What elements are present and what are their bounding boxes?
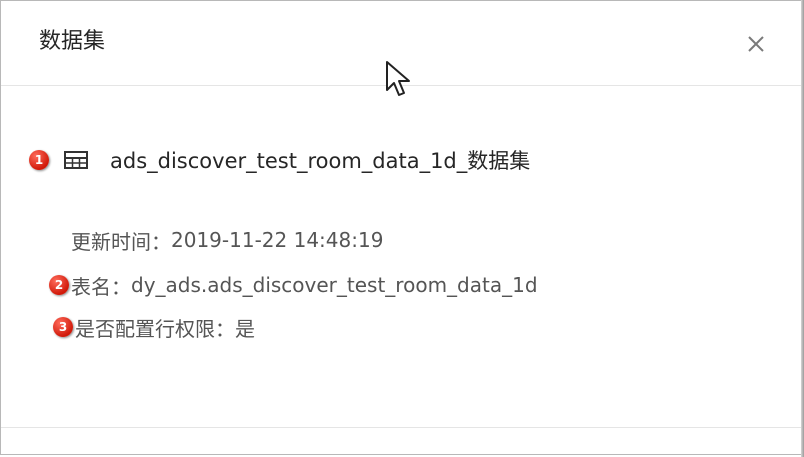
dataset-name: ads_discover_test_room_data_1d_数据集 xyxy=(110,149,531,173)
annotation-badge-1: 1 xyxy=(29,150,49,170)
annotation-badge-3: 3 xyxy=(53,317,73,337)
table-icon xyxy=(64,151,88,169)
close-icon xyxy=(748,36,764,52)
table-name-line: 2 表名： dy_ads.ads_discover_test_room_data… xyxy=(49,269,538,301)
row-permission-label: 是否配置行权限： xyxy=(75,316,235,341)
mouse-cursor-icon xyxy=(386,61,410,96)
row-permission-value: 是 xyxy=(235,316,255,341)
close-button[interactable] xyxy=(743,31,769,57)
table-name-value: dy_ads.ads_discover_test_room_data_1d xyxy=(131,273,538,297)
update-time-value: 2019-11-22 14:48:19 xyxy=(171,228,384,252)
row-permission-line: 3 是否配置行权限： 是 xyxy=(53,311,255,343)
dialog-title: 数据集 xyxy=(39,29,106,54)
dataset-row: 1 ads_discover_test_room_data_1d_数据集 xyxy=(29,143,530,177)
annotation-badge-2: 2 xyxy=(49,275,69,295)
footer-divider xyxy=(1,427,801,428)
update-time-line: 更新时间： 2019-11-22 14:48:19 xyxy=(71,224,383,256)
update-time-label: 更新时间： xyxy=(71,229,171,254)
table-name-label: 表名： xyxy=(71,274,131,299)
